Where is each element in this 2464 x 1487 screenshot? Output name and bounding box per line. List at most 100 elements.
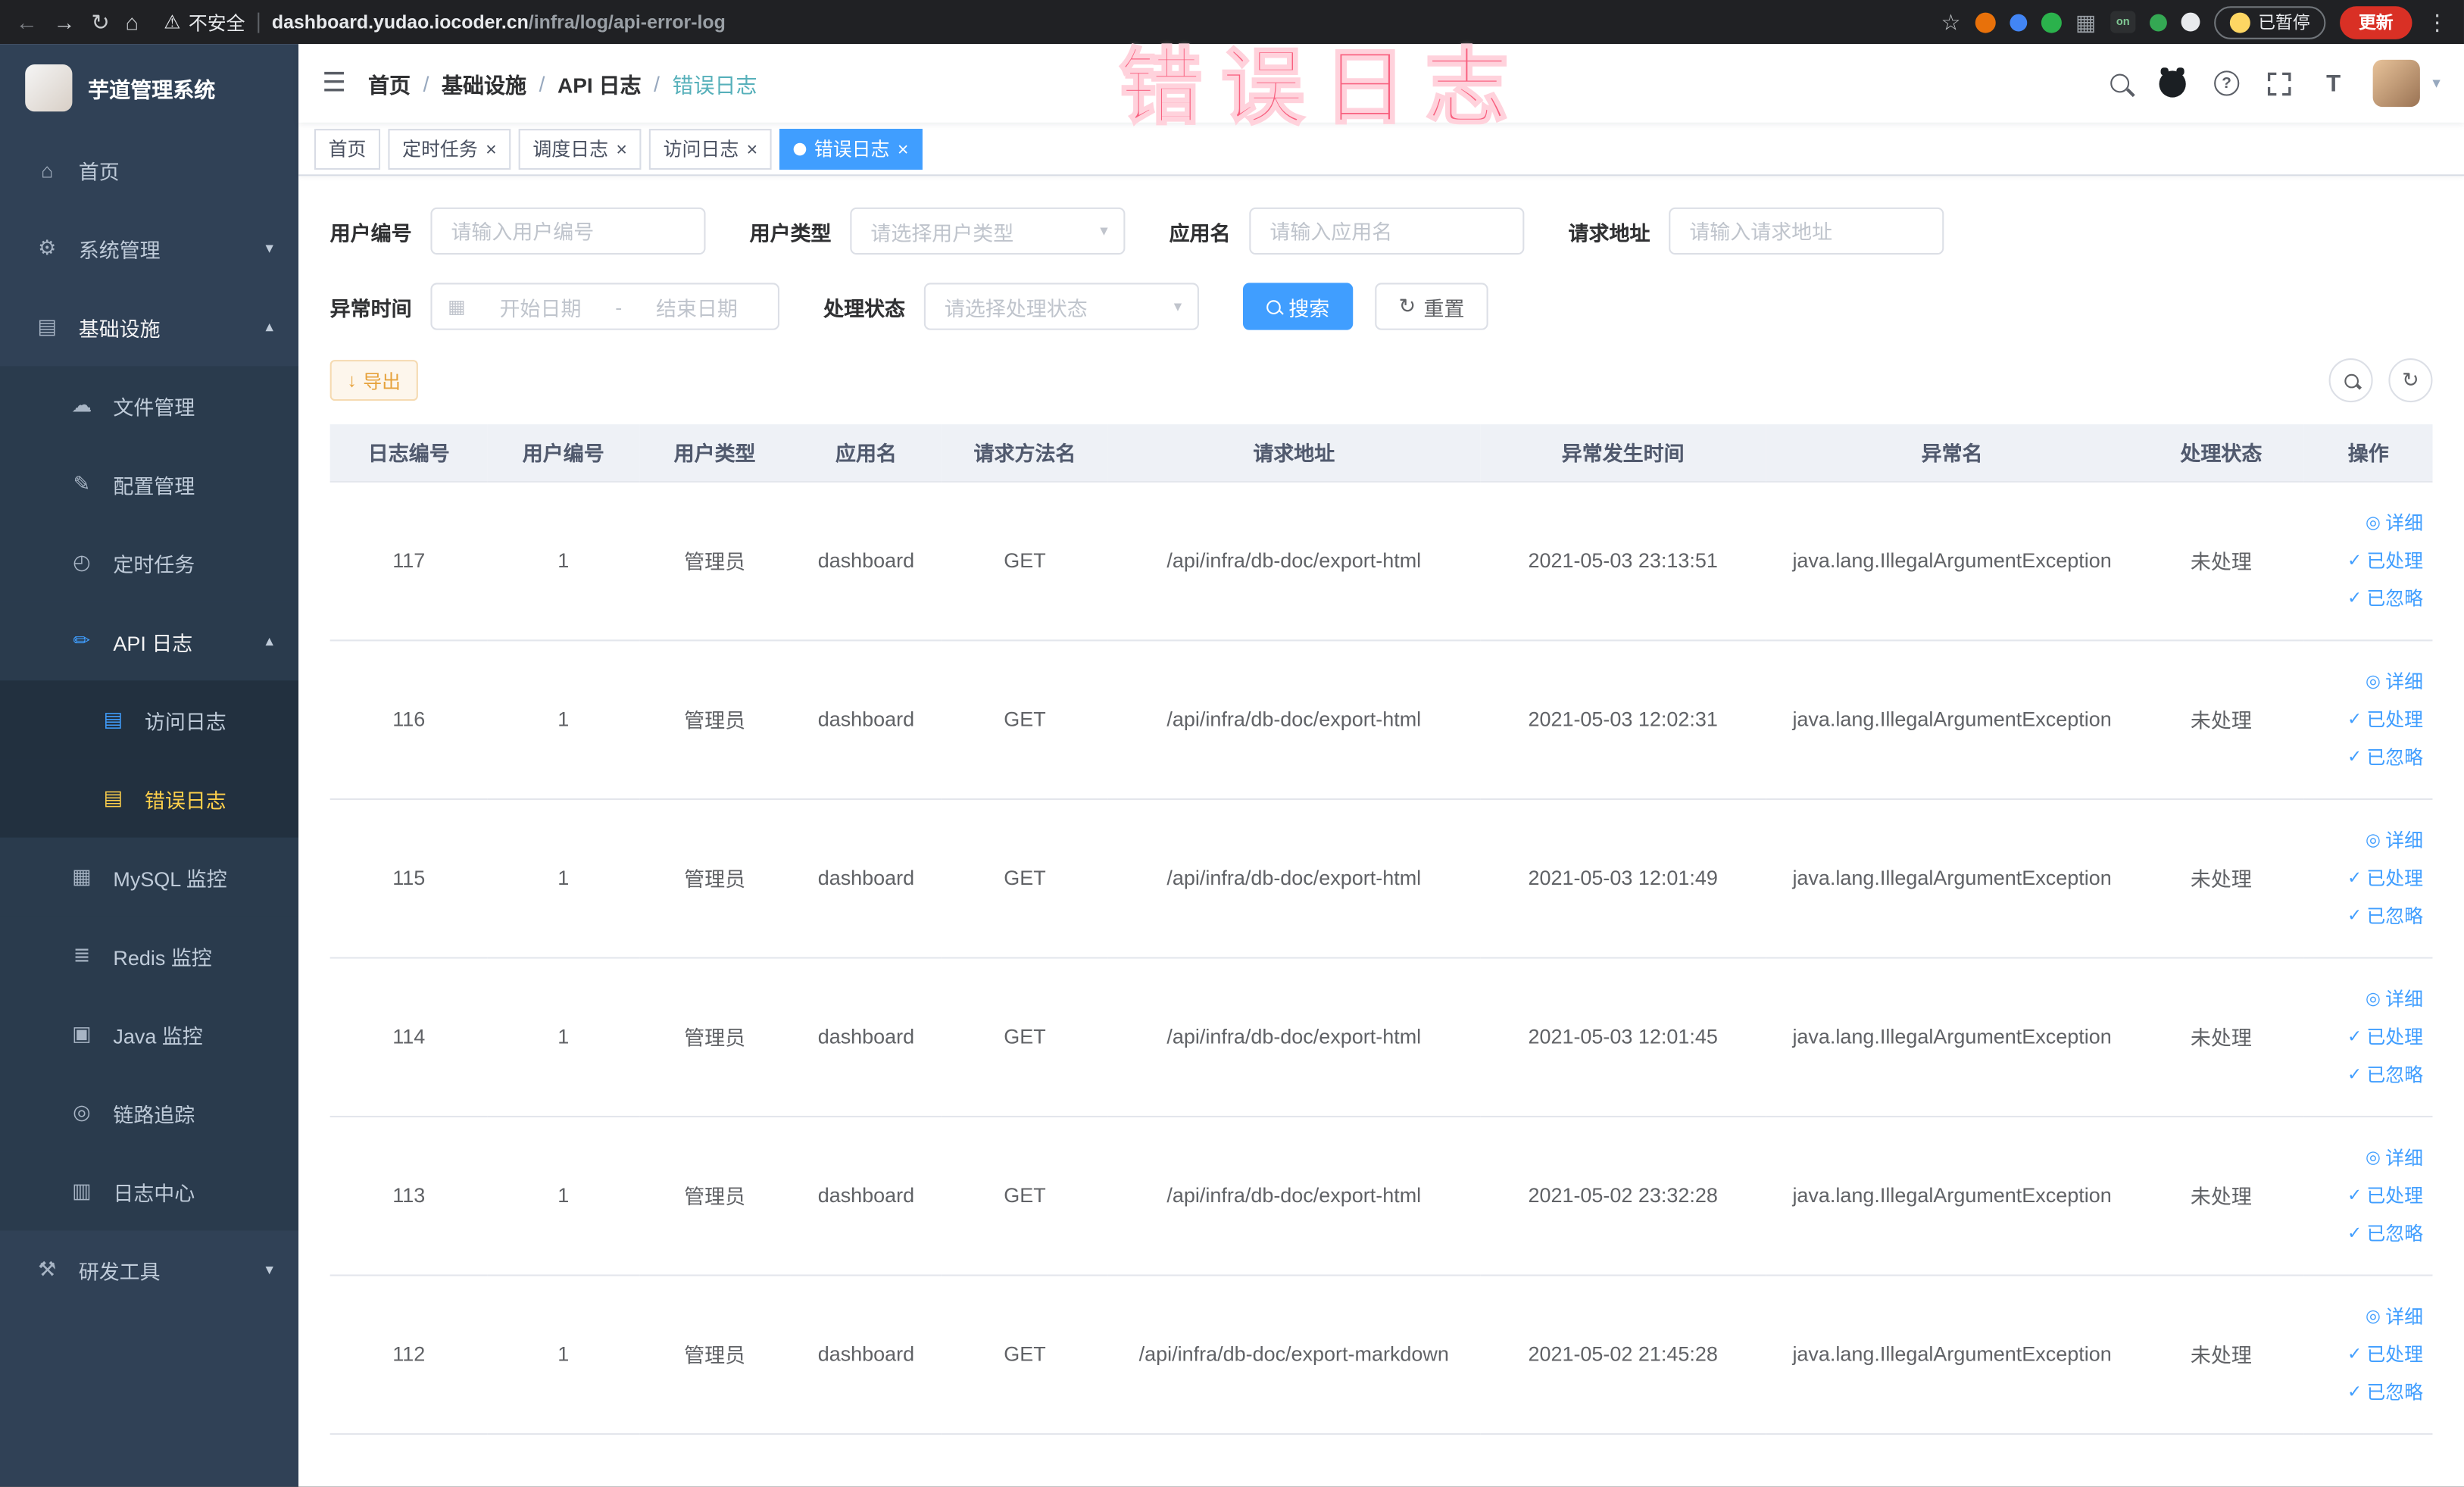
toggle-search-button[interactable] xyxy=(2328,358,2373,403)
col-actions: 操作 xyxy=(2304,424,2433,482)
detail-link[interactable]: ◎ 详细 xyxy=(2310,662,2423,700)
close-icon[interactable]: × xyxy=(616,139,627,158)
sidebar-item-job[interactable]: ◴ 定时任务 xyxy=(0,523,299,602)
logo[interactable]: 芋道管理系统 xyxy=(0,44,298,130)
search-icon[interactable] xyxy=(2106,69,2134,97)
security-chip[interactable]: ⚠ 不安全 xyxy=(164,8,245,35)
user-type-select[interactable]: 请选择用户类型 ▾ xyxy=(850,207,1126,255)
address-bar[interactable]: ⚠ 不安全 dashboard.yudao.iocoder.cn/infra/l… xyxy=(164,8,1925,35)
request-url-label: 请求地址 xyxy=(1568,220,1650,245)
processed-link[interactable]: ✓ 已处理 xyxy=(2310,1017,2423,1055)
breadcrumb-item[interactable]: 首页 xyxy=(368,67,411,98)
sidebar-item-infra[interactable]: ▤ 基础设施 ▴ xyxy=(0,288,298,367)
check-icon: ✓ xyxy=(2347,747,2363,767)
breadcrumb-current: 错误日志 xyxy=(672,73,757,98)
ignored-link[interactable]: ✓ 已忽略 xyxy=(2310,1214,2423,1252)
fullscreen-icon[interactable] xyxy=(2266,69,2294,97)
user-id-input[interactable] xyxy=(430,207,706,255)
table-row: 116 1 管理员 dashboard GET /api/infra/db-do… xyxy=(329,639,2433,799)
detail-link[interactable]: ◎ 详细 xyxy=(2310,504,2423,542)
search-button[interactable]: 搜索 xyxy=(1243,283,1354,330)
font-size-icon[interactable]: T xyxy=(2319,69,2347,97)
back-icon[interactable]: ← xyxy=(16,11,38,33)
processed-link[interactable]: ✓ 已处理 xyxy=(2310,1176,2423,1214)
sidebar-item-trace[interactable]: ◎ 链路追踪 xyxy=(0,1073,299,1152)
breadcrumb-item[interactable]: API 日志 xyxy=(557,67,642,98)
ignored-link[interactable]: ✓ 已忽略 xyxy=(2310,1373,2423,1410)
browser-menu-icon[interactable]: ⋮ xyxy=(2426,11,2448,33)
tab-home[interactable]: 首页 xyxy=(314,128,381,170)
home-icon[interactable]: ⌂ xyxy=(125,11,139,33)
update-button[interactable]: 更新 xyxy=(2340,5,2412,39)
sidebar-item-home[interactable]: ⌂ 首页 xyxy=(0,130,298,209)
ignored-link[interactable]: ✓ 已忽略 xyxy=(2310,897,2423,935)
sidebar-item-config[interactable]: ✎ 配置管理 xyxy=(0,445,299,523)
detail-link[interactable]: ◎ 详细 xyxy=(2310,980,2423,1018)
sidebar-item-java[interactable]: ▣ Java 监控 xyxy=(0,995,299,1073)
reset-button[interactable]: ↻ 重置 xyxy=(1375,283,1488,330)
processed-link[interactable]: ✓ 已处理 xyxy=(2310,700,2423,738)
extension-icon-4[interactable] xyxy=(2150,13,2167,31)
sidebar-item-label: 链路追踪 xyxy=(113,1102,195,1126)
app-name-input[interactable] xyxy=(1249,207,1525,255)
tab-job[interactable]: 定时任务 × xyxy=(388,128,511,170)
tab-error-log[interactable]: 错误日志 × xyxy=(779,128,923,170)
col-url: 请求地址 xyxy=(1107,424,1480,482)
extension-icon-3[interactable] xyxy=(2041,11,2062,33)
reload-icon[interactable]: ↻ xyxy=(91,11,109,33)
help-icon[interactable]: ? xyxy=(2213,69,2241,97)
processed-link[interactable]: ✓ 已处理 xyxy=(2310,859,2423,897)
paused-chip[interactable]: 已暂停 xyxy=(2214,5,2326,39)
check-icon: ✓ xyxy=(2347,1382,2363,1401)
tab-label: 错误日志 xyxy=(814,138,890,161)
sidebar-item-system[interactable]: ⚙ 系统管理 ▾ xyxy=(0,209,298,288)
close-icon[interactable]: × xyxy=(747,139,758,158)
sidebar-item-error-log[interactable]: ▤ 错误日志 xyxy=(0,759,299,838)
request-url-input[interactable] xyxy=(1669,207,1944,255)
tab-job-log[interactable]: 调度日志 × xyxy=(518,128,642,170)
bookmark-star-icon[interactable]: ☆ xyxy=(1941,11,1961,33)
ignored-link[interactable]: ✓ 已忽略 xyxy=(2310,579,2423,617)
sidebar-item-api-log[interactable]: ✏ API 日志 ▴ xyxy=(0,601,299,681)
sidebar-item-access-log[interactable]: ▤ 访问日志 xyxy=(0,680,299,760)
detail-link[interactable]: ◎ 详细 xyxy=(2310,1139,2423,1176)
col-method: 请求方法名 xyxy=(942,424,1108,482)
extensions-grid-icon[interactable]: ▦ xyxy=(2075,11,2096,33)
sidebar-item-mysql[interactable]: ▦ MySQL 监控 xyxy=(0,837,299,917)
active-dot-icon xyxy=(793,142,807,155)
processed-link[interactable]: ✓ 已处理 xyxy=(2310,1335,2423,1373)
tab-access-log[interactable]: 访问日志 × xyxy=(648,128,772,170)
ignored-link[interactable]: ✓ 已忽略 xyxy=(2310,1055,2423,1093)
processed-link[interactable]: ✓ 已处理 xyxy=(2310,542,2423,579)
detail-link[interactable]: ◎ 详细 xyxy=(2310,821,2423,859)
refresh-button[interactable]: ↻ xyxy=(2388,358,2433,403)
extension-icon-1[interactable] xyxy=(1975,11,1996,33)
hamburger-icon[interactable]: ☰ xyxy=(322,67,346,98)
divider xyxy=(258,11,260,33)
github-icon[interactable] xyxy=(2159,67,2187,97)
close-icon[interactable]: × xyxy=(898,139,909,158)
chevron-down-icon: ▾ xyxy=(1100,222,1108,240)
row-actions: ◎ 详细 ✓ 已处理 ✓ 已忽略 xyxy=(2304,480,2433,641)
sidebar-item-devtools[interactable]: ⚒ 研发工具 ▾ xyxy=(0,1230,298,1309)
ignored-link[interactable]: ✓ 已忽略 xyxy=(2310,738,2423,776)
date-range-picker[interactable]: ▦ 开始日期 - 结束日期 xyxy=(430,283,780,330)
logo-avatar xyxy=(25,64,73,111)
forward-icon[interactable]: → xyxy=(54,11,76,33)
sidebar-item-redis[interactable]: ≣ Redis 监控 xyxy=(0,916,299,995)
cloud-icon: ☁ xyxy=(71,392,92,417)
extension-on-badge[interactable]: on xyxy=(2110,11,2136,33)
process-status-select[interactable]: 请选择处理状态 ▾ xyxy=(923,283,1199,330)
close-icon[interactable]: × xyxy=(486,139,497,158)
avatar[interactable] xyxy=(2372,59,2420,108)
chevron-down-icon[interactable]: ▾ xyxy=(2432,75,2440,92)
sidebar-item-file[interactable]: ☁ 文件管理 xyxy=(0,366,299,445)
export-button[interactable]: ↓ 导出 xyxy=(329,360,418,401)
extension-icon-2[interactable] xyxy=(2009,13,2027,31)
breadcrumb-item[interactable]: 基础设施 xyxy=(442,67,526,98)
extension-icon-5[interactable] xyxy=(2181,12,2200,32)
eye-icon: ◎ xyxy=(2366,989,2381,1008)
sidebar-item-log-center[interactable]: ▥ 日志中心 xyxy=(0,1151,299,1231)
detail-link[interactable]: ◎ 详细 xyxy=(2310,1298,2423,1335)
check-icon: ✓ xyxy=(2347,906,2363,925)
